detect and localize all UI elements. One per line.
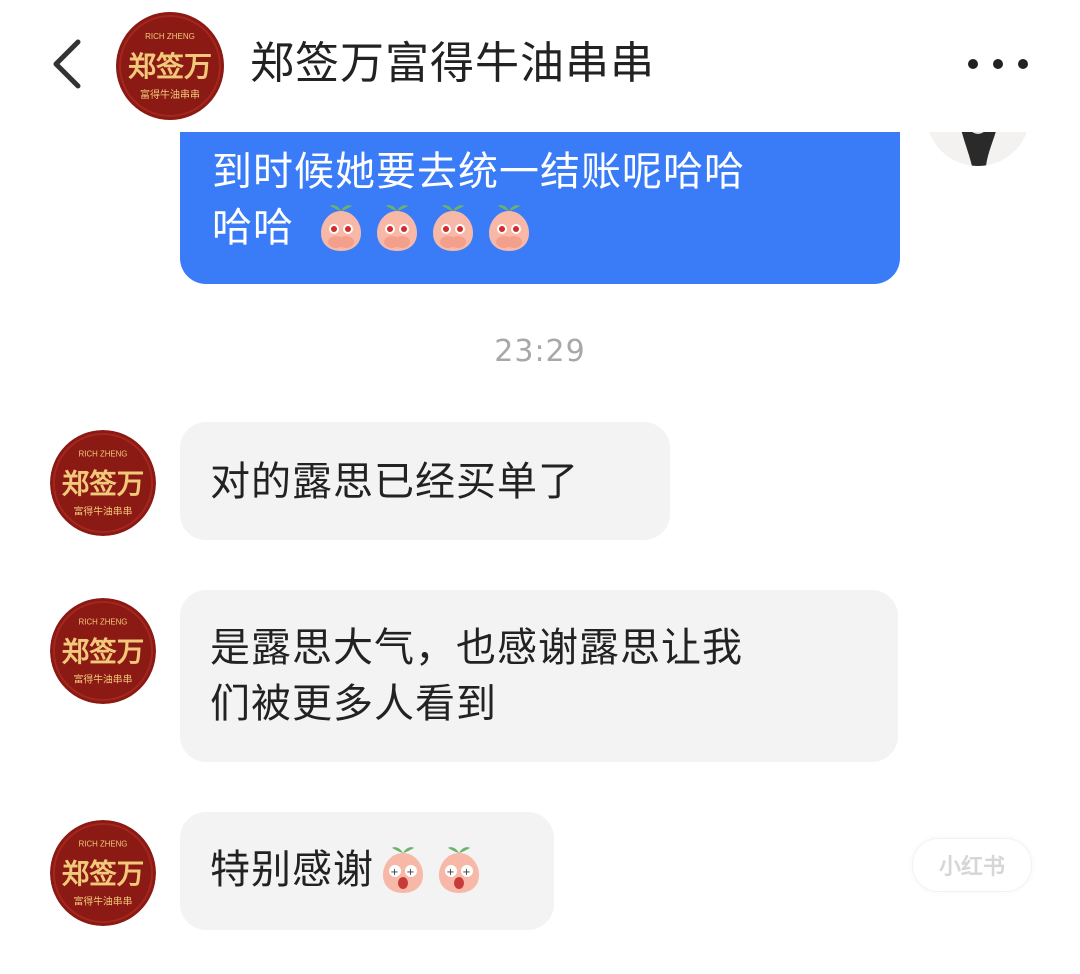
logo-main-text: 郑签万 — [62, 468, 144, 500]
message-bubble-shop[interactable]: 特别感谢 + + + + — [180, 812, 554, 930]
logo-main-text: 郑签万 — [128, 50, 212, 83]
more-dot-icon — [993, 59, 1003, 69]
chevron-left-icon — [53, 39, 81, 89]
peach-cover-face-emoji-icon — [370, 201, 424, 255]
logo-bottom-text: 富得牛油串串 — [74, 894, 133, 907]
logo-top-text: RICH ZHENG — [79, 450, 128, 459]
shop-logo-icon: RICH ZHENG 郑签万 富得牛油串串 — [50, 430, 156, 536]
message-text-line: 们被更多人看到 — [210, 681, 497, 727]
shop-avatar[interactable]: RICH ZHENG 郑签万 富得牛油串串 — [116, 12, 224, 120]
chat-screen: RICH ZHENG 郑签万 富得牛油串串 郑签万富得牛油串串 到时候她要去统一… — [0, 0, 1080, 974]
logo-top-text: RICH ZHENG — [79, 618, 128, 627]
shop-avatar[interactable]: RICH ZHENG 郑签万 富得牛油串串 — [50, 598, 156, 704]
shop-logo-icon: RICH ZHENG 郑签万 富得牛油串串 — [116, 12, 224, 120]
message-text-line: 是露思大气，也感谢露思让我 — [210, 625, 743, 671]
shop-avatar[interactable]: RICH ZHENG 郑签万 富得牛油串串 — [50, 430, 156, 536]
logo-top-text: RICH ZHENG — [79, 840, 128, 849]
logo-main-text: 郑签万 — [62, 858, 144, 890]
logo-main-text: 郑签万 — [62, 636, 144, 668]
peach-excited-emoji-icon: + + — [432, 843, 486, 897]
peach-cover-face-emoji-icon — [314, 201, 368, 255]
shop-logo-icon: RICH ZHENG 郑签万 富得牛油串串 — [50, 598, 156, 704]
message-bubble-shop[interactable]: 是露思大气，也感谢露思让我 们被更多人看到 — [180, 590, 898, 762]
peach-cover-face-emoji-icon — [426, 201, 480, 255]
message-text-line: 对的露思已经买单了 — [210, 459, 579, 505]
xiaohongshu-watermark: 小红书 — [912, 838, 1032, 892]
logo-bottom-text: 富得牛油串串 — [74, 504, 133, 517]
svg-text:+: + — [390, 867, 399, 878]
shop-avatar[interactable]: RICH ZHENG 郑签万 富得牛油串串 — [50, 820, 156, 926]
svg-text:+: + — [446, 867, 455, 878]
message-text-line-with-emoji: 哈哈 — [212, 200, 870, 256]
logo-bottom-text: 富得牛油串串 — [74, 672, 133, 685]
message-text: 哈哈 — [212, 205, 294, 251]
chat-header: RICH ZHENG 郑签万 富得牛油串串 郑签万富得牛油串串 — [0, 0, 1080, 132]
svg-text:+: + — [406, 867, 415, 878]
svg-text:+: + — [462, 867, 471, 878]
more-dot-icon — [1018, 59, 1028, 69]
peach-cover-face-emoji-icon — [482, 201, 536, 255]
more-dot-icon — [968, 59, 978, 69]
logo-bottom-text: 富得牛油串串 — [140, 88, 200, 101]
message-text-line: 到时候她要去统一结账呢哈哈 — [212, 149, 745, 195]
shop-logo-icon: RICH ZHENG 郑签万 富得牛油串串 — [50, 820, 156, 926]
more-button[interactable] — [968, 52, 1028, 76]
message-text: 特别感谢 — [210, 847, 374, 893]
back-button[interactable] — [40, 34, 100, 94]
chat-title: 郑签万富得牛油串串 — [250, 38, 655, 89]
logo-top-text: RICH ZHENG — [145, 32, 195, 41]
message-text-line-with-emoji: 特别感谢 + + + + — [210, 842, 524, 898]
message-timestamp: 23:29 — [494, 334, 586, 369]
peach-excited-emoji-icon: + + — [376, 843, 430, 897]
message-bubble-shop[interactable]: 对的露思已经买单了 — [180, 422, 670, 540]
